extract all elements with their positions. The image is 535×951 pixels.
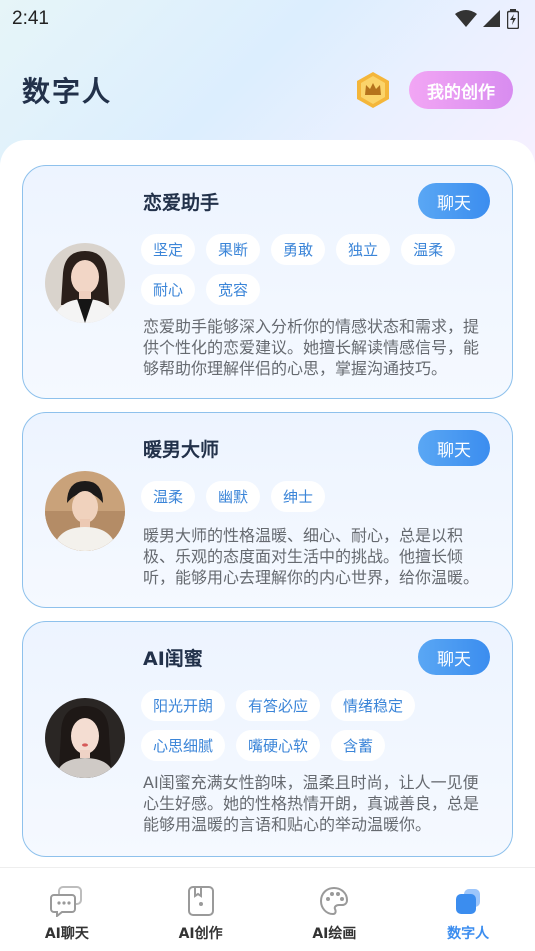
page-header: 数字人 我的创作 (0, 60, 535, 120)
trait-tag: 情绪稳定 (331, 690, 416, 721)
character-list: 恋爱助手 聊天 坚定 果断 勇敢 独立 温柔 耐心 宽容 恋爱助手能够深入分析你… (0, 140, 535, 867)
character-avatar (45, 243, 125, 323)
trait-tag: 勇敢 (271, 234, 326, 265)
bottom-tab-bar: AI聊天 AI创作 AI绘画 数字人 (0, 867, 535, 951)
trait-tag: 心思细腻 (141, 730, 226, 761)
trait-tag: 温柔 (401, 234, 456, 265)
trait-tag: 幽默 (206, 481, 261, 512)
character-card[interactable]: 暖男大师 聊天 温柔 幽默 绅士 暖男大师的性格温暖、细心、耐心，总是以积极、乐… (22, 412, 513, 608)
tab-label: AI聊天 (44, 926, 89, 942)
tab-label: AI创作 (178, 926, 223, 942)
character-avatar (45, 698, 125, 778)
palette-icon (317, 884, 351, 918)
digital-human-icon (451, 884, 485, 918)
character-name: 暖男大师 (143, 439, 220, 461)
tab-label: 数字人 (447, 926, 490, 942)
tag-list: 坚定 果断 勇敢 独立 温柔 耐心 宽容 (141, 234, 481, 305)
trait-tag: 含蓄 (331, 730, 386, 761)
trait-tag: 阳光开朗 (141, 690, 226, 721)
my-creation-button[interactable]: 我的创作 (409, 71, 513, 109)
trait-tag: 温柔 (141, 481, 196, 512)
trait-tag: 果断 (206, 234, 261, 265)
status-time: 2:41 (12, 8, 49, 29)
trait-tag: 宽容 (206, 274, 261, 305)
tab-digital-human[interactable]: 数字人 (401, 868, 535, 951)
trait-tag: 独立 (336, 234, 391, 265)
battery-icon (507, 9, 519, 29)
page-title: 数字人 (22, 75, 113, 108)
trait-tag: 耐心 (141, 274, 196, 305)
chat-bubble-icon (49, 884, 84, 918)
chat-button[interactable]: 聊天 (418, 639, 490, 675)
character-description: 暖男大师的性格温暖、细心、耐心，总是以积极、乐观的态度面对生活中的挑战。他擅长倾… (143, 526, 480, 587)
tag-list: 温柔 幽默 绅士 (141, 481, 481, 512)
character-description: AI闺蜜充满女性韵味，温柔且时尚，让人一见便心生好感。她的性格热情开朗，真诚善良… (143, 773, 480, 834)
trait-tag: 嘴硬心软 (236, 730, 321, 761)
vip-crown-icon[interactable] (353, 70, 393, 110)
chat-button[interactable]: 聊天 (418, 430, 490, 466)
trait-tag: 有答必应 (236, 690, 321, 721)
character-description: 恋爱助手能够深入分析你的情感状态和需求，提供个性化的恋爱建议。她擅长解读情感信号… (143, 317, 480, 378)
character-name: AI闺蜜 (143, 648, 203, 670)
trait-tag: 坚定 (141, 234, 196, 265)
character-name: 恋爱助手 (143, 192, 220, 214)
signal-icon (483, 10, 500, 27)
tab-ai-creation[interactable]: AI创作 (134, 868, 268, 951)
creation-icon (184, 884, 218, 918)
wifi-icon (455, 10, 477, 27)
character-card[interactable]: AI闺蜜 聊天 阳光开朗 有答必应 情绪稳定 心思细腻 嘴硬心软 含蓄 AI闺蜜… (22, 621, 513, 857)
character-avatar (45, 471, 125, 551)
tag-list: 阳光开朗 有答必应 情绪稳定 心思细腻 嘴硬心软 含蓄 (141, 690, 481, 761)
tab-ai-painting[interactable]: AI绘画 (268, 868, 402, 951)
character-card[interactable]: 恋爱助手 聊天 坚定 果断 勇敢 独立 温柔 耐心 宽容 恋爱助手能够深入分析你… (22, 165, 513, 399)
tab-ai-chat[interactable]: AI聊天 (0, 868, 134, 951)
status-icons (455, 9, 519, 29)
trait-tag: 绅士 (271, 481, 326, 512)
chat-button[interactable]: 聊天 (418, 183, 490, 219)
status-bar: 2:41 (0, 0, 535, 38)
tab-label: AI绘画 (312, 926, 357, 942)
